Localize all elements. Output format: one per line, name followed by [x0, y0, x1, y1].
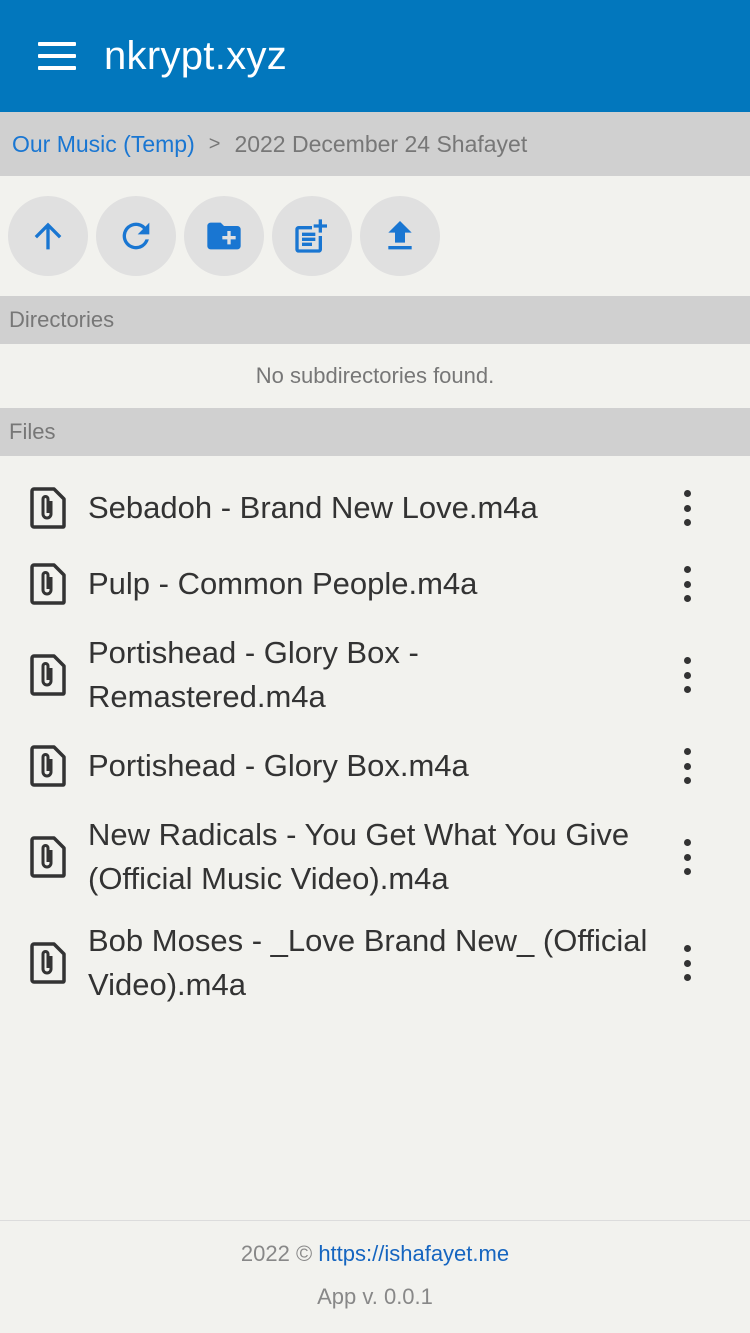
upload-icon [388, 221, 412, 250]
more-options-icon[interactable] [676, 748, 698, 784]
go-up-button[interactable] [8, 196, 88, 276]
new-file-button[interactable] [272, 196, 352, 276]
file-name: Sebadoh - Brand New Love.m4a [88, 490, 538, 525]
folder-plus-icon [207, 222, 241, 250]
breadcrumb-current: 2022 December 24 Shafayet [234, 130, 528, 157]
breadcrumb: Our Music (Temp) > 2022 December 24 Shaf… [0, 112, 750, 176]
file-list: Sebadoh - Brand New Love.m4a Pulp - Comm… [0, 456, 750, 1016]
file-item[interactable]: Pulp - Common People.m4a [0, 546, 750, 622]
file-name: Pulp - Common People.m4a [88, 566, 478, 601]
paperclip-file-icon [30, 836, 66, 878]
no-subdirectories-message: No subdirectories found. [255, 363, 495, 388]
paperclip-file-icon [30, 654, 66, 696]
arrow-up-icon [34, 222, 62, 250]
paperclip-file-icon [30, 942, 66, 984]
more-options-icon[interactable] [676, 839, 698, 875]
breadcrumb-parent-link[interactable]: Our Music (Temp) [12, 131, 195, 158]
file-name: Bob Moses - _Love Brand New_ (Official V… [88, 923, 648, 1002]
file-item[interactable]: Bob Moses - _Love Brand New_ (Official V… [0, 910, 750, 1016]
author-link[interactable]: https://ishafayet.me [318, 1241, 509, 1266]
paperclip-file-icon [30, 745, 66, 787]
new-folder-button[interactable] [184, 196, 264, 276]
file-item[interactable]: Portishead - Glory Box - Remastered.m4a [0, 622, 750, 728]
footer: 2022 © https://ishafayet.me App v. 0.0.1 [0, 1220, 750, 1333]
app-root: nkrypt.xyz Our Music (Temp) > 2022 Decem… [0, 0, 750, 1333]
paperclip-file-icon [30, 487, 66, 529]
file-item[interactable]: Sebadoh - Brand New Love.m4a [0, 470, 750, 546]
app-version: App v. 0.0.1 [317, 1284, 433, 1309]
file-name: Portishead - Glory Box.m4a [88, 748, 469, 783]
more-options-icon[interactable] [676, 566, 698, 602]
more-options-icon[interactable] [676, 657, 698, 693]
top-app-bar: nkrypt.xyz [0, 0, 750, 112]
footer-copyright-line: 2022 © https://ishafayet.me [0, 1241, 750, 1267]
app-title: nkrypt.xyz [104, 33, 288, 78]
file-name: Portishead - Glory Box - Remastered.m4a [88, 635, 419, 714]
file-item[interactable]: Portishead - Glory Box.m4a [0, 728, 750, 804]
note-plus-icon [295, 219, 327, 253]
refresh-icon [122, 222, 150, 250]
upload-button[interactable] [360, 196, 440, 276]
breadcrumb-separator: > [208, 132, 221, 155]
more-options-icon[interactable] [676, 945, 698, 981]
file-name: New Radicals - You Get What You Give (Of… [88, 817, 630, 896]
hamburger-menu-icon[interactable] [38, 42, 76, 70]
refresh-button[interactable] [96, 196, 176, 276]
directories-header: Directories [0, 296, 750, 344]
paperclip-file-icon [30, 563, 66, 605]
file-item[interactable]: New Radicals - You Get What You Give (Of… [0, 804, 750, 910]
copyright-text: 2022 © [240, 1241, 313, 1266]
action-toolbar [0, 176, 750, 296]
more-options-icon[interactable] [676, 490, 698, 526]
files-header: Files [0, 408, 750, 456]
